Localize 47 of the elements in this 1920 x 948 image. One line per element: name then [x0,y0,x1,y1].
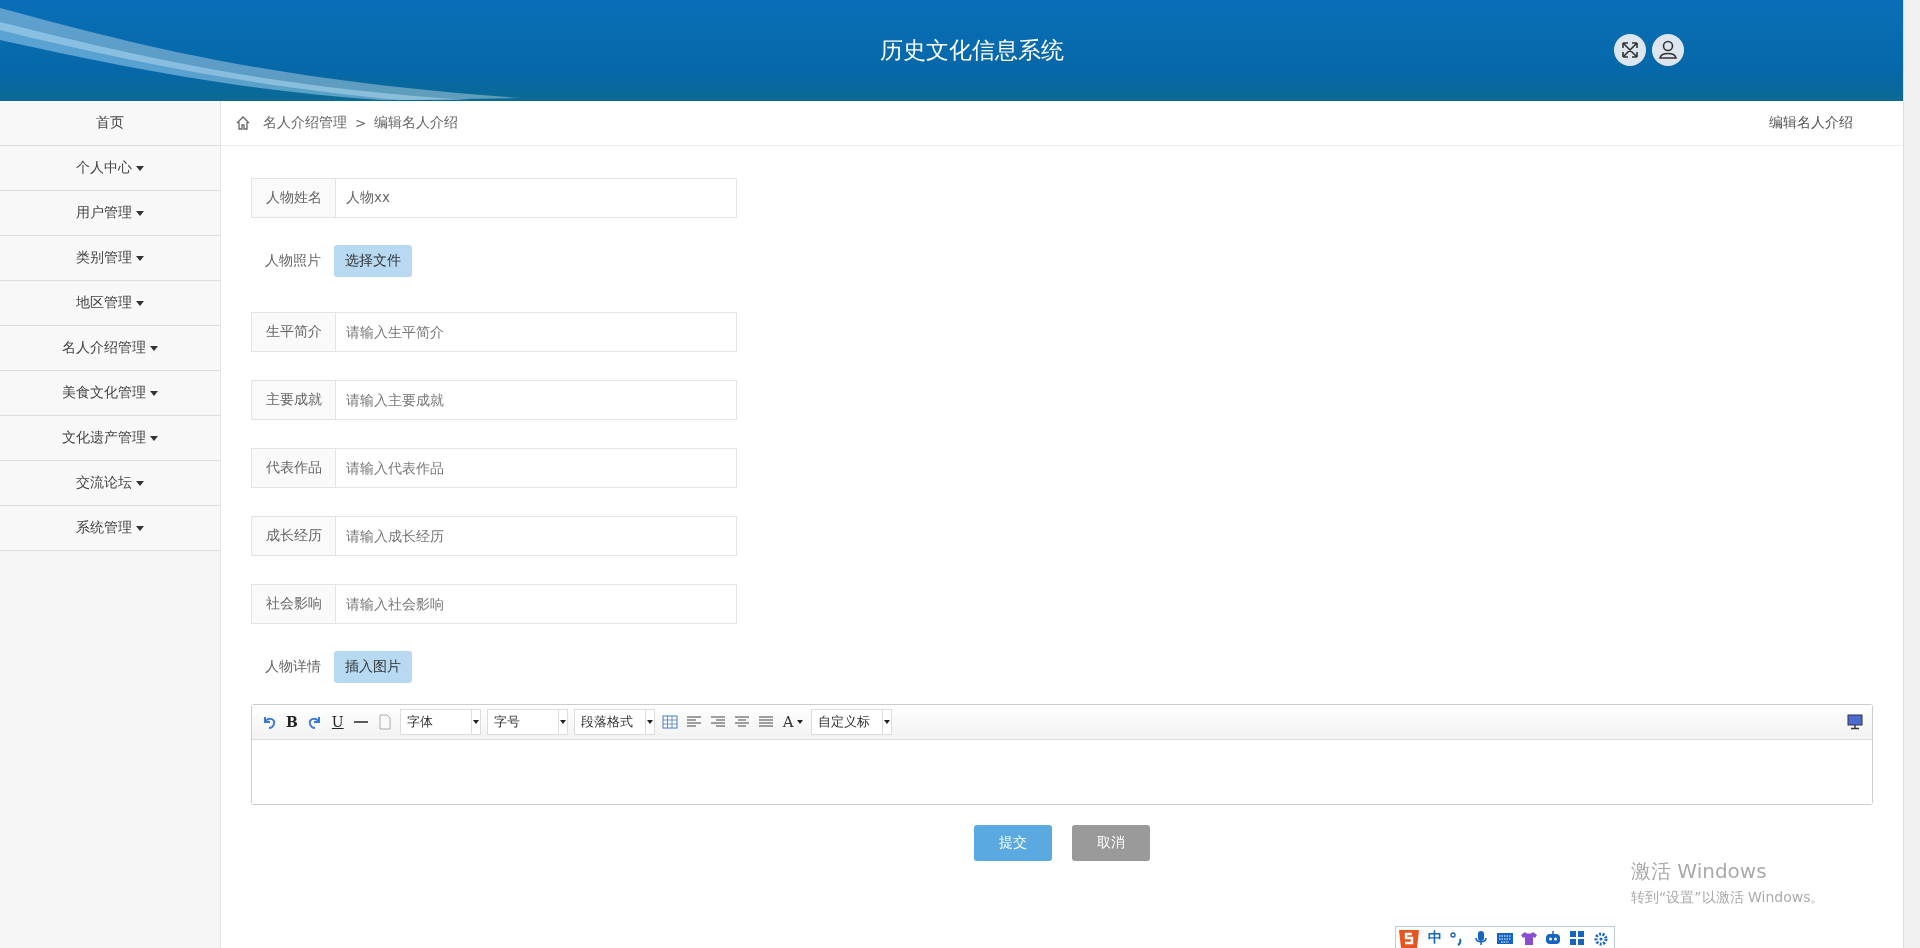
activation-title: 激活 Windows [1631,858,1768,885]
ime-mode-toggle[interactable]: 中 [1428,929,1442,947]
breadcrumb-item[interactable]: 名人介绍管理 [263,114,347,132]
shirt-icon[interactable] [1520,929,1538,947]
ime-logo-icon[interactable] [1396,927,1422,948]
toolbar-dropdown[interactable]: 段落格式 [573,709,655,735]
app-title: 历史文化信息系统 [880,36,1064,65]
breadcrumb-item: 编辑名人介绍 [374,114,459,132]
font-color-button[interactable]: A [780,713,805,731]
input-field[interactable]: 请输入社会影响 [336,584,737,624]
upload-button[interactable]: 选择文件 [334,245,412,277]
grid-icon[interactable] [1568,929,1586,947]
field-label: 主要成就 [251,380,336,420]
input-field[interactable]: 请输入主要成就 [336,380,737,420]
caret-icon [883,720,890,724]
bold-button[interactable]: B [284,714,300,730]
table-icon[interactable] [660,713,679,731]
breadcrumb-separator: > [355,115,367,131]
caret-icon [796,720,803,724]
upload-button[interactable]: 插入图片 [334,651,412,683]
user-icon[interactable] [1652,34,1684,66]
field-label: 人物照片 [263,252,322,270]
toolbar-dropdown[interactable]: 字号 [486,709,568,735]
caret-icon [646,720,653,724]
field-label: 社会影响 [251,584,336,624]
field-label: 代表作品 [251,448,336,488]
toolbar-dropdown[interactable]: 字体 [399,709,481,735]
caret-icon [559,720,566,724]
field-label: 人物姓名 [251,178,336,218]
monitor-icon[interactable] [1846,713,1864,731]
home-icon[interactable] [235,115,251,131]
field-label: 生平简介 [251,312,336,352]
page-title: 编辑名人介绍 [1769,114,1853,132]
fullscreen-icon[interactable] [1614,34,1646,66]
underline-button[interactable]: U [329,714,346,730]
input-field[interactable]: 请输入成长经历 [336,516,737,556]
input-field[interactable]: 人物xx [336,178,737,218]
microphone-icon[interactable] [1472,929,1490,947]
input-field[interactable]: 请输入生平简介 [336,312,737,352]
field-label: 成长经历 [251,516,336,556]
toolbar-dropdown[interactable]: 自定义标 [810,709,892,735]
activation-message: 转到“设置”以激活 Windows。 [1631,889,1825,907]
input-field[interactable]: 请输入代表作品 [336,448,737,488]
robot-icon[interactable] [1544,929,1562,947]
field-label: 人物详情 [263,658,322,676]
caret-icon [472,720,479,724]
scrollbar[interactable] [1903,0,1920,948]
